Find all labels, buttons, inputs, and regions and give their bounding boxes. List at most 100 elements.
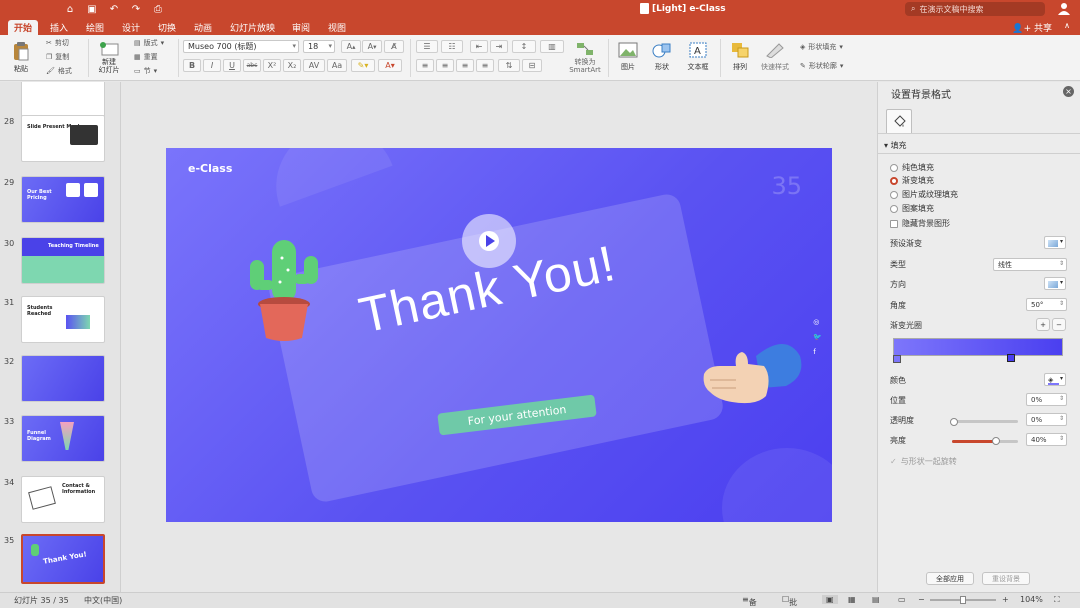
underline-button[interactable]: U <box>223 59 241 72</box>
reset-background-button[interactable]: 重设背景 <box>982 572 1030 585</box>
italic-button[interactable]: I <box>203 59 221 72</box>
gradient-stop-end[interactable] <box>1007 354 1015 362</box>
align-right-button[interactable]: ≡ <box>456 59 474 72</box>
angle-input[interactable]: 50° ⇕ <box>1026 298 1067 311</box>
superscript-button[interactable]: X² <box>263 59 281 72</box>
section-button[interactable]: ▭ 节 ▾ <box>134 66 157 76</box>
instagram-icon[interactable]: ◎ <box>813 318 822 326</box>
shape-button[interactable]: 形状 <box>648 38 676 76</box>
change-case-button[interactable]: Aa <box>327 59 347 72</box>
convert-smartart-button[interactable]: 转换为 SmartArt <box>566 38 604 78</box>
font-color-button[interactable]: A▾ <box>378 59 402 72</box>
position-input[interactable]: 0% ⇕ <box>1026 393 1067 406</box>
numbering-button[interactable]: ☷ <box>441 40 463 53</box>
fill-tab[interactable] <box>886 109 912 133</box>
add-stop-button[interactable]: + <box>1036 318 1050 331</box>
account-icon[interactable] <box>1058 2 1070 15</box>
paste-button[interactable]: 粘贴 <box>8 38 34 76</box>
print-icon[interactable]: ⎙ <box>150 2 166 16</box>
bullets-button[interactable]: ☰ <box>416 40 438 53</box>
columns-button[interactable]: ▥ <box>540 40 564 53</box>
gradient-type-select[interactable]: 线性 ⇕ <box>993 258 1067 271</box>
pattern-fill-option[interactable]: 图案填充 <box>890 203 934 214</box>
thumbs-up-illustration[interactable] <box>696 336 806 416</box>
slide-thumbnail-35[interactable]: Thank You! <box>21 534 105 584</box>
zoom-level[interactable]: 104% <box>1020 595 1043 604</box>
slide-thumbnail-28[interactable]: Slide Present Mockup <box>21 115 105 162</box>
radio[interactable] <box>890 204 898 213</box>
undo-icon[interactable]: ↶ <box>106 2 122 16</box>
radio-selected[interactable] <box>890 176 898 185</box>
sorter-view-icon[interactable]: ▦ <box>848 595 856 604</box>
align-text-button[interactable]: ⊟ <box>522 59 542 72</box>
font-name-select[interactable]: Museo 700 (标题) ▾ <box>183 40 299 53</box>
slide-thumbnail-33[interactable]: Funnel Diagram <box>21 415 105 462</box>
apply-to-all-button[interactable]: 全部应用 <box>926 572 974 585</box>
transparency-slider[interactable] <box>952 420 1018 423</box>
textbox-button[interactable]: A 文本框 <box>682 38 714 76</box>
normal-view-icon[interactable]: ▣ <box>822 595 838 604</box>
line-spacing-button[interactable]: ↕ <box>512 40 536 53</box>
bold-button[interactable]: B <box>183 59 201 72</box>
solid-fill-option[interactable]: 纯色填充 <box>890 162 934 173</box>
transparency-slider-knob[interactable] <box>950 418 958 426</box>
checkbox[interactable] <box>890 219 898 228</box>
collapse-ribbon-icon[interactable]: ∧ <box>1064 21 1070 30</box>
gradient-stop-start[interactable] <box>893 355 901 363</box>
fit-to-window-icon[interactable]: ⛶ <box>1054 595 1060 605</box>
radio[interactable] <box>890 163 898 172</box>
slideshow-view-icon[interactable]: ▭ <box>898 595 906 604</box>
brightness-slider[interactable] <box>952 440 1018 443</box>
format-painter-button[interactable]: 🖌 格式 <box>46 66 72 76</box>
tab-animations[interactable]: 动画 <box>188 20 218 35</box>
shape-fill-button[interactable]: ◈ 形状填充 ▾ <box>800 42 843 52</box>
brightness-slider-knob[interactable] <box>992 437 1000 445</box>
shape-outline-button[interactable]: ✎ 形状轮廓 ▾ <box>800 61 843 71</box>
notes-button[interactable]: ≡ 备注 <box>742 595 757 607</box>
reset-button[interactable]: ▦ 重置 <box>134 52 158 62</box>
shrink-font-button[interactable]: A ▾ <box>362 40 382 53</box>
arrange-button[interactable]: 排列 <box>726 38 754 76</box>
tab-insert[interactable]: 插入 <box>44 20 74 35</box>
slide-thumbnail-32[interactable] <box>21 355 105 402</box>
decrease-indent-button[interactable]: ⇤ <box>470 40 488 53</box>
zoom-slider-knob[interactable] <box>960 596 966 604</box>
tab-review[interactable]: 审阅 <box>286 20 316 35</box>
slide-thumbnail-30[interactable]: Teaching Timeline <box>21 237 105 284</box>
reading-view-icon[interactable]: ▤ <box>872 595 880 604</box>
slide-canvas[interactable]: e-Class 35 Thank You! For your attention… <box>166 148 832 522</box>
page-number[interactable]: 35 <box>771 172 802 200</box>
brand-logo[interactable]: e-Class <box>188 162 232 175</box>
slide-editor[interactable]: e-Class 35 Thank You! For your attention… <box>122 82 876 592</box>
fill-section-header[interactable]: ▾ 填充 <box>884 140 907 151</box>
home-icon[interactable]: ⌂ <box>62 2 78 16</box>
save-icon[interactable]: ▣ <box>84 2 100 16</box>
tab-slideshow[interactable]: 幻灯片放映 <box>224 20 281 35</box>
facebook-icon[interactable]: f <box>813 348 822 356</box>
direction-picker[interactable]: ▾ <box>1044 277 1066 290</box>
tab-view[interactable]: 视图 <box>322 20 352 35</box>
new-slide-button[interactable]: 新建 幻灯片 <box>94 38 124 78</box>
tab-transitions[interactable]: 切换 <box>152 20 182 35</box>
layout-button[interactable]: ▤ 版式 ▾ <box>134 38 164 48</box>
comments-button[interactable]: ☐ 批注 <box>782 595 797 607</box>
language-indicator[interactable]: 中文(中国) <box>84 595 122 606</box>
radio[interactable] <box>890 190 898 199</box>
align-left-button[interactable]: ≡ <box>416 59 434 72</box>
text-direction-button[interactable]: ⇅ <box>498 59 520 72</box>
gradient-bar[interactable] <box>893 338 1063 356</box>
slide-thumbnail-29[interactable]: Our Best Pricing <box>21 176 105 223</box>
zoom-in-icon[interactable]: + <box>1002 595 1009 604</box>
font-size-select[interactable]: 18 ▾ <box>303 40 335 53</box>
align-center-button[interactable]: ≡ <box>436 59 454 72</box>
gradient-fill-option[interactable]: 渐变填充 <box>890 175 934 186</box>
increase-indent-button[interactable]: ⇥ <box>490 40 508 53</box>
zoom-out-icon[interactable]: − <box>918 595 925 604</box>
slide-thumbnail-31[interactable]: Students Reached <box>21 296 105 343</box>
copy-button[interactable]: ❐ 复制 <box>46 52 69 62</box>
redo-icon[interactable]: ↷ <box>128 2 144 16</box>
tab-design[interactable]: 设计 <box>116 20 146 35</box>
slide-thumbnails-panel[interactable]: 28 Slide Present Mockup 29 Our Best Pric… <box>0 82 121 592</box>
share-button[interactable]: 👤+ 共享 <box>1012 21 1052 34</box>
color-picker[interactable]: ◈ ▾ <box>1044 373 1066 386</box>
